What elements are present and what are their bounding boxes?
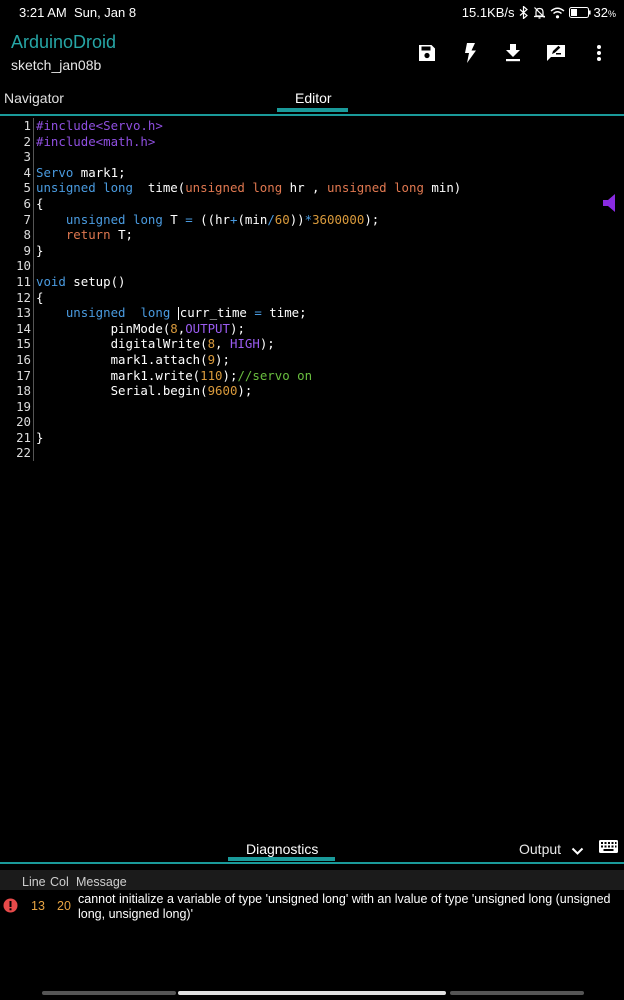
status-bar: 3:21 AM Sun, Jan 8 15.1KB/s 32%	[0, 0, 624, 24]
code-line: }	[36, 429, 44, 445]
code-line: unsigned long curr_time = time;	[65, 305, 307, 321]
status-time: 3:21 AM	[19, 5, 67, 20]
home-indicator[interactable]	[178, 991, 446, 995]
line-number: 13	[16, 305, 31, 321]
line-number: 18	[16, 383, 31, 399]
code-line: {	[36, 289, 44, 305]
line-number: 21	[16, 429, 31, 445]
battery-level: 32	[593, 5, 608, 20]
line-number: 3	[23, 149, 31, 165]
line-number: 22	[16, 445, 31, 461]
line-number: 14	[16, 320, 31, 336]
header-message: Message	[76, 875, 127, 889]
tab-output[interactable]: Output	[519, 841, 561, 857]
gesture-bar	[0, 990, 624, 1000]
bluetooth-icon	[519, 6, 529, 19]
volume-icon	[603, 194, 617, 217]
mute-bell-icon	[533, 6, 546, 19]
line-number: 6	[23, 195, 31, 211]
app-header: ArduinoDroid sketch_jan08b	[0, 28, 624, 80]
upload-button[interactable]	[500, 40, 526, 66]
code-line: }	[36, 242, 44, 258]
line-number: 20	[16, 414, 31, 430]
network-speed: 15.1KB/s	[461, 5, 515, 20]
edit-note-icon	[547, 45, 565, 61]
line-number: 2	[23, 133, 31, 149]
line-number: 1	[23, 118, 31, 133]
code-line: mark1.write(110);//servo on	[36, 367, 313, 383]
tab-navigator[interactable]: Navigator	[4, 90, 64, 106]
code-line: #include<math.h>	[36, 133, 156, 149]
status-left: 3:21 AM Sun, Jan 8	[19, 5, 136, 20]
edit-note-button[interactable]	[543, 40, 569, 66]
download-icon	[506, 44, 520, 62]
tab-diagnostics[interactable]: Diagnostics	[246, 841, 318, 857]
top-tabs: Navigator Editor	[0, 86, 624, 116]
more-options-button[interactable]	[586, 40, 612, 66]
code-editor[interactable]: 1 2 3 4 5 6 7 8 9 10 11 12 13 14 15 16 17 18 19 20 21 22 #inc…	[0, 118, 624, 848]
tab-editor[interactable]: Editor	[295, 90, 332, 106]
header-col: Col	[50, 875, 69, 889]
chevron-down-icon[interactable]	[571, 843, 584, 861]
status-date: Sun, Jan 8	[73, 5, 137, 20]
sketch-name: sketch_jan08b	[11, 57, 102, 73]
line-number: 17	[16, 367, 31, 383]
wifi-icon	[550, 7, 565, 19]
app-title: ArduinoDroid	[11, 32, 117, 52]
status-right: 15.1KB/s 32%	[462, 5, 616, 20]
line-number: 10	[16, 258, 31, 274]
compile-button[interactable]	[457, 40, 483, 66]
line-number-gutter: 1 2 3 4 5 6 7 8 9 10 11 12 13 14 15 16 17 18 19 20 21 22	[0, 118, 34, 462]
line-number: 12	[16, 289, 31, 305]
line-number: 19	[16, 398, 31, 414]
line-number: 15	[16, 336, 31, 352]
diagnostic-row[interactable]: 13 20 cannot initialize a variable of ty…	[0, 892, 624, 928]
gesture-segment-left	[42, 991, 176, 995]
code-line: Servo mark1;	[36, 164, 126, 180]
battery-indicator: 32%	[568, 5, 616, 20]
toolbar	[414, 40, 612, 66]
line-number: 5	[23, 180, 31, 196]
code-line: {	[36, 195, 44, 211]
line-number: 11	[16, 273, 31, 289]
error-icon	[3, 898, 18, 916]
more-vert-icon	[597, 45, 601, 61]
diagnostics-tab-indicator	[228, 857, 335, 861]
code-line: Serial.begin(9600);	[36, 383, 253, 399]
bottom-tabs: Diagnostics Output	[0, 838, 624, 864]
code-line: return T;	[65, 227, 133, 243]
error-message: cannot initialize a variable of type 'un…	[78, 892, 611, 921]
code-line: #include<Servo.h>	[36, 118, 163, 133]
code-line: pinMode(8,OUTPUT);	[36, 320, 245, 336]
keyboard-icon[interactable]	[599, 840, 618, 858]
code-line: unsigned long T = ((hr+(min/60))*3600000…	[65, 211, 380, 227]
line-number: 16	[16, 351, 31, 367]
code-area[interactable]: #include<Servo.h> #include<math.h> Servo…	[36, 118, 461, 461]
battery-icon	[568, 7, 591, 18]
line-number: 4	[23, 164, 31, 180]
error-col: 20	[57, 899, 71, 913]
code-line: mark1.attach(9);	[36, 351, 230, 367]
gesture-segment-right	[450, 991, 584, 995]
flash-icon	[465, 43, 476, 63]
line-number: 7	[23, 211, 31, 227]
code-line: unsigned long time(unsigned long hr , un…	[36, 180, 462, 196]
line-number: 8	[23, 227, 31, 243]
code-line: void setup()	[36, 273, 126, 289]
text-cursor	[177, 307, 179, 321]
diagnostics-header: Line Col Message	[0, 870, 624, 890]
active-tab-indicator	[277, 108, 348, 112]
header-line: Line	[22, 875, 46, 889]
code-line: digitalWrite(8, HIGH);	[36, 336, 275, 352]
save-icon	[419, 45, 435, 61]
error-line: 13	[31, 899, 45, 913]
save-button[interactable]	[414, 40, 440, 66]
line-number: 9	[23, 242, 31, 258]
